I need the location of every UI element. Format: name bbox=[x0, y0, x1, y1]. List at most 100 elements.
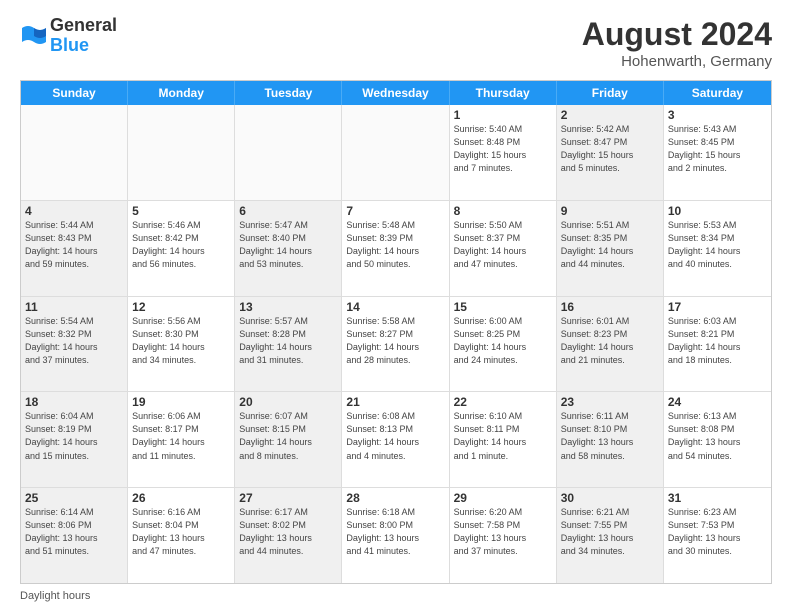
day-info: Sunrise: 5:43 AM Sunset: 8:45 PM Dayligh… bbox=[668, 123, 767, 175]
calendar-row: 11Sunrise: 5:54 AM Sunset: 8:32 PM Dayli… bbox=[21, 297, 771, 393]
calendar-row: 1Sunrise: 5:40 AM Sunset: 8:48 PM Daylig… bbox=[21, 105, 771, 201]
day-number: 4 bbox=[25, 204, 123, 218]
daylight-label: Daylight hours bbox=[20, 590, 90, 602]
calendar-cell: 28Sunrise: 6:18 AM Sunset: 8:00 PM Dayli… bbox=[342, 488, 449, 583]
day-info: Sunrise: 6:03 AM Sunset: 8:21 PM Dayligh… bbox=[668, 315, 767, 367]
calendar-cell: 16Sunrise: 6:01 AM Sunset: 8:23 PM Dayli… bbox=[557, 297, 664, 392]
day-info: Sunrise: 5:44 AM Sunset: 8:43 PM Dayligh… bbox=[25, 219, 123, 271]
day-info: Sunrise: 5:57 AM Sunset: 8:28 PM Dayligh… bbox=[239, 315, 337, 367]
calendar-cell bbox=[235, 105, 342, 200]
calendar-cell: 9Sunrise: 5:51 AM Sunset: 8:35 PM Daylig… bbox=[557, 201, 664, 296]
calendar-cell bbox=[342, 105, 449, 200]
day-number: 14 bbox=[346, 300, 444, 314]
calendar-row: 25Sunrise: 6:14 AM Sunset: 8:06 PM Dayli… bbox=[21, 488, 771, 583]
day-info: Sunrise: 6:01 AM Sunset: 8:23 PM Dayligh… bbox=[561, 315, 659, 367]
calendar-cell: 3Sunrise: 5:43 AM Sunset: 8:45 PM Daylig… bbox=[664, 105, 771, 200]
day-info: Sunrise: 5:40 AM Sunset: 8:48 PM Dayligh… bbox=[454, 123, 552, 175]
day-of-week-header: Thursday bbox=[450, 81, 557, 105]
calendar-cell: 14Sunrise: 5:58 AM Sunset: 8:27 PM Dayli… bbox=[342, 297, 449, 392]
calendar-cell: 17Sunrise: 6:03 AM Sunset: 8:21 PM Dayli… bbox=[664, 297, 771, 392]
day-number: 9 bbox=[561, 204, 659, 218]
day-info: Sunrise: 5:56 AM Sunset: 8:30 PM Dayligh… bbox=[132, 315, 230, 367]
day-info: Sunrise: 5:50 AM Sunset: 8:37 PM Dayligh… bbox=[454, 219, 552, 271]
day-number: 25 bbox=[25, 491, 123, 505]
day-number: 1 bbox=[454, 108, 552, 122]
calendar-cell: 5Sunrise: 5:46 AM Sunset: 8:42 PM Daylig… bbox=[128, 201, 235, 296]
day-number: 23 bbox=[561, 395, 659, 409]
calendar-cell: 15Sunrise: 6:00 AM Sunset: 8:25 PM Dayli… bbox=[450, 297, 557, 392]
day-info: Sunrise: 6:00 AM Sunset: 8:25 PM Dayligh… bbox=[454, 315, 552, 367]
calendar-cell: 25Sunrise: 6:14 AM Sunset: 8:06 PM Dayli… bbox=[21, 488, 128, 583]
calendar-cell: 6Sunrise: 5:47 AM Sunset: 8:40 PM Daylig… bbox=[235, 201, 342, 296]
day-info: Sunrise: 6:17 AM Sunset: 8:02 PM Dayligh… bbox=[239, 506, 337, 558]
day-number: 13 bbox=[239, 300, 337, 314]
day-number: 12 bbox=[132, 300, 230, 314]
day-info: Sunrise: 5:54 AM Sunset: 8:32 PM Dayligh… bbox=[25, 315, 123, 367]
day-info: Sunrise: 5:47 AM Sunset: 8:40 PM Dayligh… bbox=[239, 219, 337, 271]
day-info: Sunrise: 6:06 AM Sunset: 8:17 PM Dayligh… bbox=[132, 410, 230, 462]
day-info: Sunrise: 6:14 AM Sunset: 8:06 PM Dayligh… bbox=[25, 506, 123, 558]
day-info: Sunrise: 5:58 AM Sunset: 8:27 PM Dayligh… bbox=[346, 315, 444, 367]
logo: General Blue bbox=[20, 16, 117, 56]
page: General Blue August 2024 Hohenwarth, Ger… bbox=[0, 0, 792, 612]
title-block: August 2024 Hohenwarth, Germany bbox=[582, 16, 772, 70]
day-number: 27 bbox=[239, 491, 337, 505]
day-info: Sunrise: 5:42 AM Sunset: 8:47 PM Dayligh… bbox=[561, 123, 659, 175]
calendar-cell: 2Sunrise: 5:42 AM Sunset: 8:47 PM Daylig… bbox=[557, 105, 664, 200]
day-of-week-header: Friday bbox=[557, 81, 664, 105]
calendar-cell: 24Sunrise: 6:13 AM Sunset: 8:08 PM Dayli… bbox=[664, 392, 771, 487]
calendar-cell: 31Sunrise: 6:23 AM Sunset: 7:53 PM Dayli… bbox=[664, 488, 771, 583]
day-number: 18 bbox=[25, 395, 123, 409]
day-info: Sunrise: 5:53 AM Sunset: 8:34 PM Dayligh… bbox=[668, 219, 767, 271]
calendar-body: 1Sunrise: 5:40 AM Sunset: 8:48 PM Daylig… bbox=[21, 105, 771, 583]
day-number: 22 bbox=[454, 395, 552, 409]
day-info: Sunrise: 6:21 AM Sunset: 7:55 PM Dayligh… bbox=[561, 506, 659, 558]
day-number: 20 bbox=[239, 395, 337, 409]
calendar-cell: 19Sunrise: 6:06 AM Sunset: 8:17 PM Dayli… bbox=[128, 392, 235, 487]
month-year: August 2024 bbox=[582, 16, 772, 53]
calendar-cell: 10Sunrise: 5:53 AM Sunset: 8:34 PM Dayli… bbox=[664, 201, 771, 296]
day-number: 15 bbox=[454, 300, 552, 314]
calendar-cell: 18Sunrise: 6:04 AM Sunset: 8:19 PM Dayli… bbox=[21, 392, 128, 487]
calendar-cell: 11Sunrise: 5:54 AM Sunset: 8:32 PM Dayli… bbox=[21, 297, 128, 392]
logo-icon bbox=[20, 22, 48, 50]
day-info: Sunrise: 6:23 AM Sunset: 7:53 PM Dayligh… bbox=[668, 506, 767, 558]
day-number: 6 bbox=[239, 204, 337, 218]
day-number: 16 bbox=[561, 300, 659, 314]
calendar-row: 4Sunrise: 5:44 AM Sunset: 8:43 PM Daylig… bbox=[21, 201, 771, 297]
day-number: 5 bbox=[132, 204, 230, 218]
day-number: 30 bbox=[561, 491, 659, 505]
calendar-cell: 22Sunrise: 6:10 AM Sunset: 8:11 PM Dayli… bbox=[450, 392, 557, 487]
footer: Daylight hours bbox=[20, 590, 772, 602]
day-number: 19 bbox=[132, 395, 230, 409]
day-info: Sunrise: 6:18 AM Sunset: 8:00 PM Dayligh… bbox=[346, 506, 444, 558]
day-number: 29 bbox=[454, 491, 552, 505]
calendar-cell: 7Sunrise: 5:48 AM Sunset: 8:39 PM Daylig… bbox=[342, 201, 449, 296]
day-number: 21 bbox=[346, 395, 444, 409]
day-info: Sunrise: 5:46 AM Sunset: 8:42 PM Dayligh… bbox=[132, 219, 230, 271]
day-number: 26 bbox=[132, 491, 230, 505]
day-info: Sunrise: 6:08 AM Sunset: 8:13 PM Dayligh… bbox=[346, 410, 444, 462]
header: General Blue August 2024 Hohenwarth, Ger… bbox=[20, 16, 772, 70]
day-number: 28 bbox=[346, 491, 444, 505]
logo-line2: Blue bbox=[50, 36, 117, 56]
calendar-cell: 29Sunrise: 6:20 AM Sunset: 7:58 PM Dayli… bbox=[450, 488, 557, 583]
calendar: SundayMondayTuesdayWednesdayThursdayFrid… bbox=[20, 80, 772, 584]
day-info: Sunrise: 6:04 AM Sunset: 8:19 PM Dayligh… bbox=[25, 410, 123, 462]
calendar-cell bbox=[128, 105, 235, 200]
location: Hohenwarth, Germany bbox=[582, 53, 772, 70]
day-number: 17 bbox=[668, 300, 767, 314]
calendar-cell: 13Sunrise: 5:57 AM Sunset: 8:28 PM Dayli… bbox=[235, 297, 342, 392]
day-info: Sunrise: 6:13 AM Sunset: 8:08 PM Dayligh… bbox=[668, 410, 767, 462]
day-number: 3 bbox=[668, 108, 767, 122]
day-info: Sunrise: 6:11 AM Sunset: 8:10 PM Dayligh… bbox=[561, 410, 659, 462]
calendar-header: SundayMondayTuesdayWednesdayThursdayFrid… bbox=[21, 81, 771, 105]
day-of-week-header: Tuesday bbox=[235, 81, 342, 105]
day-info: Sunrise: 6:10 AM Sunset: 8:11 PM Dayligh… bbox=[454, 410, 552, 462]
calendar-cell: 1Sunrise: 5:40 AM Sunset: 8:48 PM Daylig… bbox=[450, 105, 557, 200]
calendar-cell: 30Sunrise: 6:21 AM Sunset: 7:55 PM Dayli… bbox=[557, 488, 664, 583]
day-info: Sunrise: 6:16 AM Sunset: 8:04 PM Dayligh… bbox=[132, 506, 230, 558]
day-of-week-header: Saturday bbox=[664, 81, 771, 105]
logo-line1: General bbox=[50, 16, 117, 36]
day-of-week-header: Monday bbox=[128, 81, 235, 105]
